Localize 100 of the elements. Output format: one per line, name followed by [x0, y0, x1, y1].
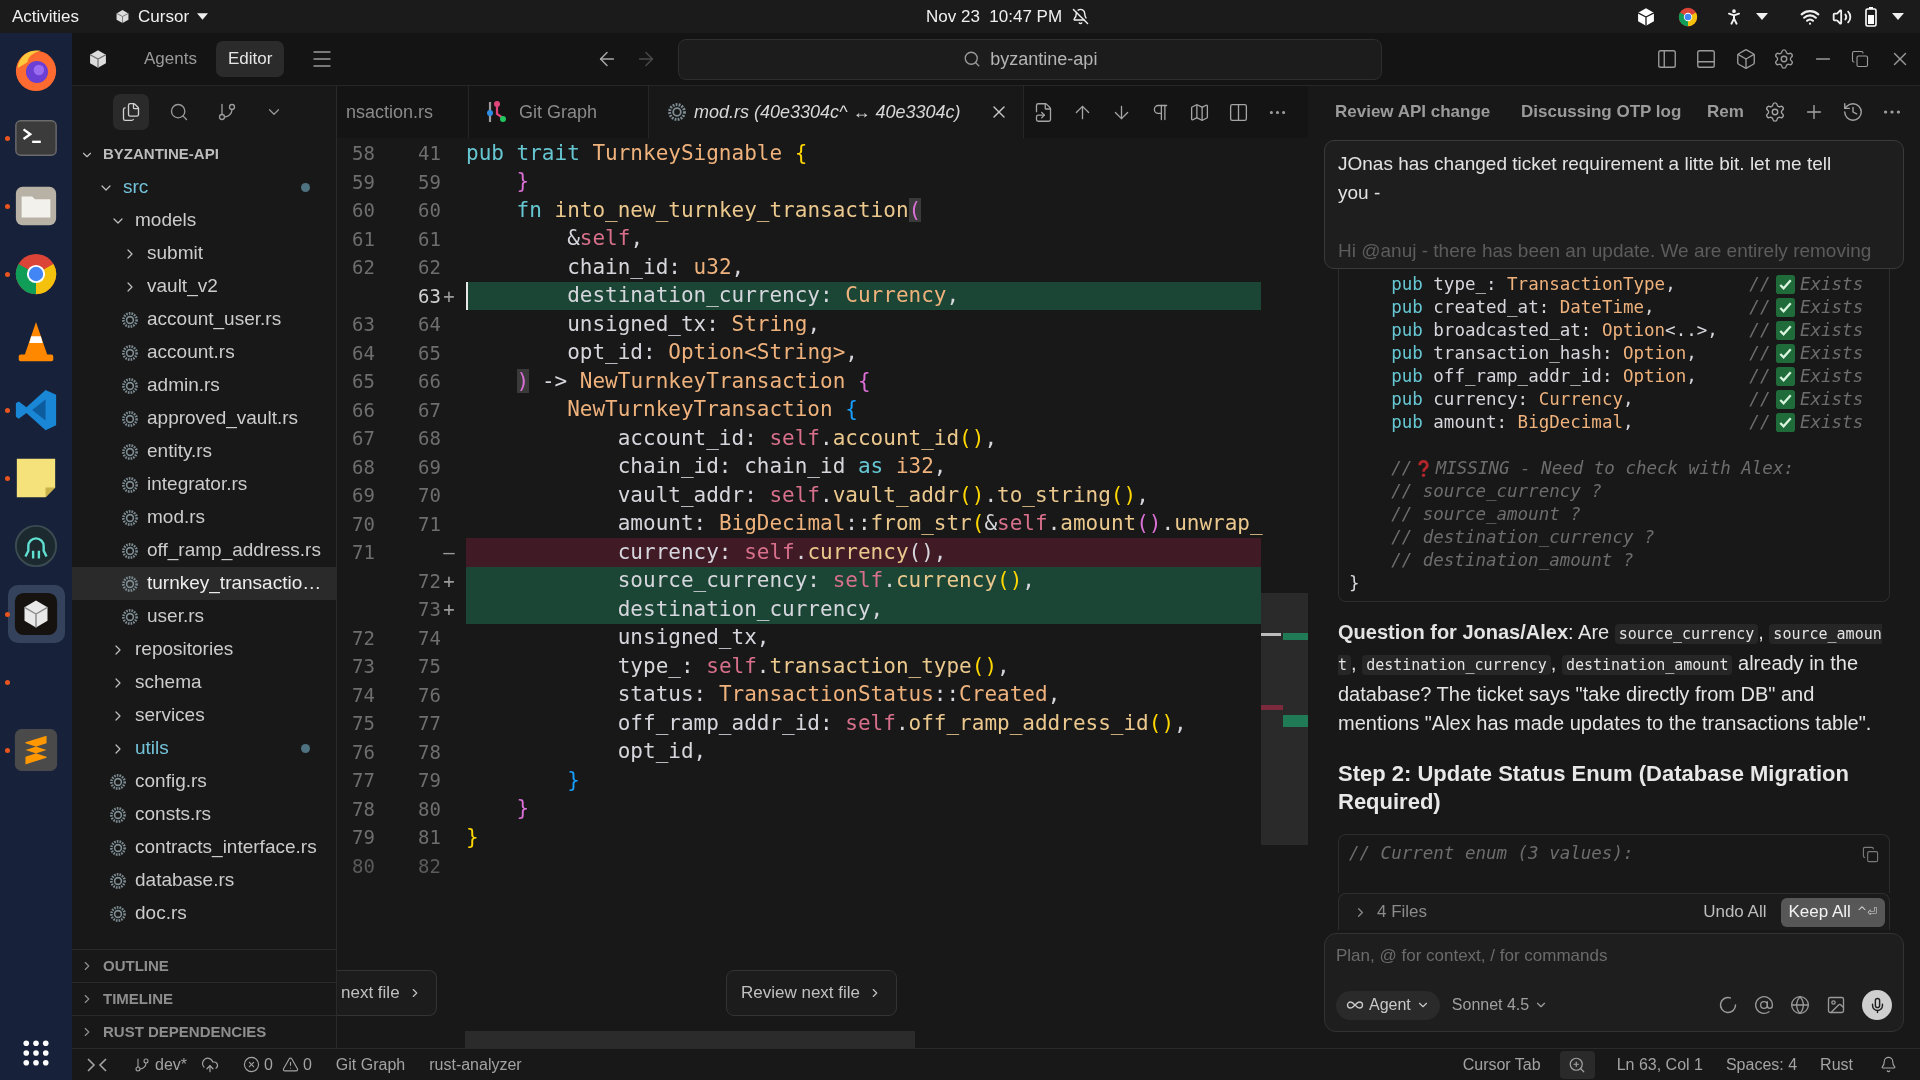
status-item[interactable]: rust-analyzer — [429, 1052, 522, 1077]
search-icon[interactable] — [169, 102, 189, 122]
file-item[interactable]: user.rs — [72, 600, 336, 633]
branch-button[interactable]: dev* — [134, 1052, 188, 1077]
chevron-pair-icon[interactable] — [87, 1057, 107, 1072]
folder-item[interactable]: submit — [72, 237, 336, 270]
folder-item[interactable]: vault_v2 — [72, 270, 336, 303]
status-item[interactable]: Cursor Tab — [1462, 1052, 1541, 1077]
chat-tab[interactable]: Rem — [1707, 99, 1744, 125]
file-arrow-icon[interactable] — [1033, 101, 1054, 123]
globe-icon[interactable] — [1790, 995, 1810, 1015]
mode-tab[interactable]: Agents — [132, 41, 209, 77]
sidebar-toggle-icon[interactable] — [1656, 48, 1678, 70]
model-dropdown[interactable]: Sonnet 4.5 — [1451, 993, 1549, 1017]
files-toggle[interactable]: 4 Files — [1353, 899, 1428, 925]
box-icon[interactable] — [1735, 48, 1757, 70]
chat-tab[interactable]: Review API change — [1335, 99, 1521, 125]
line-number: 63 — [418, 283, 441, 309]
microphone-icon[interactable] — [1862, 990, 1892, 1020]
mode-tab[interactable]: Editor — [215, 41, 285, 77]
cube-icon[interactable] — [115, 9, 131, 24]
view-tab[interactable] — [113, 94, 149, 130]
message-bubble[interactable]: JOnas has changed ticket requirement a litte bit. let me tell you - Hi @anuj - there has been an update. We are entirely removing — [1324, 140, 1904, 269]
caret-down-icon[interactable] — [197, 13, 209, 20]
overview-ruler[interactable] — [1261, 593, 1308, 845]
search-field[interactable]: byzantine-api — [678, 38, 1383, 80]
cloud-upload-icon[interactable] — [201, 1055, 220, 1074]
code-editor-icon[interactable] — [13, 387, 59, 433]
files-icon[interactable] — [121, 102, 141, 122]
squid-icon[interactable] — [13, 523, 59, 569]
zoom-icon[interactable] — [1559, 1050, 1595, 1079]
zigzag-tile-icon[interactable] — [13, 727, 59, 773]
mode-dropdown[interactable]: Agent — [1336, 990, 1440, 1020]
volume-icon[interactable] — [1832, 6, 1852, 27]
image-icon[interactable] — [1826, 995, 1846, 1015]
error-count[interactable]: 0 — [264, 1052, 273, 1077]
file-item[interactable]: account_user.rs — [72, 303, 336, 336]
bell-icon[interactable] — [1880, 1056, 1897, 1073]
file-item[interactable]: admin.rs — [72, 369, 336, 402]
file-item[interactable]: contracts_interface.rs — [72, 831, 336, 864]
file-item[interactable]: integrator.rs — [72, 468, 336, 501]
history-icon[interactable] — [1842, 101, 1864, 123]
branch-icon[interactable] — [217, 102, 237, 122]
active-app-tile[interactable] — [7, 585, 65, 643]
map-icon[interactable] — [1189, 101, 1210, 123]
activities-button[interactable]: Activities — [12, 3, 80, 30]
split-editor-icon[interactable] — [1228, 101, 1249, 123]
next-file-button[interactable]: Review next file — [726, 970, 898, 1016]
at-sign-icon[interactable] — [1754, 995, 1774, 1015]
cube-icon[interactable] — [1636, 6, 1656, 27]
folder-item[interactable]: services — [72, 699, 336, 732]
folder-item[interactable]: repositories — [72, 633, 336, 666]
file-item[interactable]: account.rs — [72, 336, 336, 369]
clock[interactable]: Nov 23 10:47 PM — [926, 3, 1063, 30]
app-menu[interactable]: Cursor — [115, 3, 209, 30]
file-item[interactable]: database.rs — [72, 864, 336, 897]
file-item[interactable]: approved_vault.rs — [72, 402, 336, 435]
keep-all-button[interactable]: Keep All ^⏎ — [1780, 897, 1885, 927]
file-item[interactable]: turnkey_transactio… — [72, 567, 336, 600]
error-icon[interactable] — [243, 1056, 261, 1073]
folder-item[interactable]: schema — [72, 666, 336, 699]
browser-icon[interactable] — [13, 47, 59, 93]
message-input[interactable]: Plan, @ for context, / for commands — [1336, 943, 1892, 969]
folder-item[interactable]: models — [72, 204, 336, 237]
undo-all-button[interactable]: Undo All — [1703, 899, 1767, 925]
warning-count[interactable]: 0 — [302, 1052, 312, 1077]
battery-icon[interactable] — [1865, 6, 1877, 27]
panel-toggle-icon[interactable] — [1695, 48, 1717, 70]
status-item[interactable]: Spaces: 4 — [1725, 1052, 1798, 1077]
app-grid-icon[interactable] — [23, 1040, 49, 1066]
caret-down-icon[interactable] — [1756, 13, 1768, 20]
cube-logo-icon[interactable] — [88, 49, 108, 69]
copy-icon[interactable] — [1862, 846, 1879, 863]
section-header[interactable]: OUTLINE — [72, 949, 336, 982]
file-item[interactable]: config.rs — [72, 765, 336, 798]
section-header[interactable]: TIMELINE — [72, 982, 336, 1015]
next-file-button[interactable]: next file — [337, 970, 437, 1016]
chat-tab[interactable]: Discussing OTP log — [1521, 99, 1707, 125]
status-item[interactable]: Git Graph — [335, 1052, 406, 1077]
restore-icon[interactable] — [1851, 50, 1869, 68]
color-wheel-icon[interactable] — [1678, 6, 1698, 27]
file-item[interactable]: off_ramp_address.rs — [72, 534, 336, 567]
file-item[interactable]: consts.rs — [72, 798, 336, 831]
file-item[interactable]: mod.rs — [72, 501, 336, 534]
color-wheel-icon[interactable] — [13, 251, 59, 297]
settings-icon[interactable] — [1764, 101, 1786, 123]
status-item[interactable]: Rust — [1820, 1052, 1853, 1077]
status-item[interactable]: Ln 63, Col 1 — [1616, 1052, 1703, 1077]
folder-item[interactable]: src — [72, 171, 336, 204]
document-tab[interactable]: nsaction.rs — [337, 86, 469, 138]
section-header[interactable]: BYZANTINE-API — [72, 138, 336, 171]
file-item[interactable]: doc.rs — [72, 897, 336, 930]
composer-card[interactable]: Plan, @ for context, / for commands Agent Sonnet 4.5 — [1324, 933, 1904, 1032]
folder-item[interactable]: utils — [72, 732, 336, 765]
settings-icon[interactable] — [1773, 48, 1795, 70]
cube-icon[interactable] — [13, 591, 59, 637]
caret-down-icon[interactable] — [1892, 13, 1904, 20]
document-tab[interactable]: mod.rs (40e3304c^ ↔ 40e3304c) — [649, 86, 1024, 138]
warning-icon[interactable] — [281, 1056, 299, 1073]
file-item[interactable]: entity.rs — [72, 435, 336, 468]
